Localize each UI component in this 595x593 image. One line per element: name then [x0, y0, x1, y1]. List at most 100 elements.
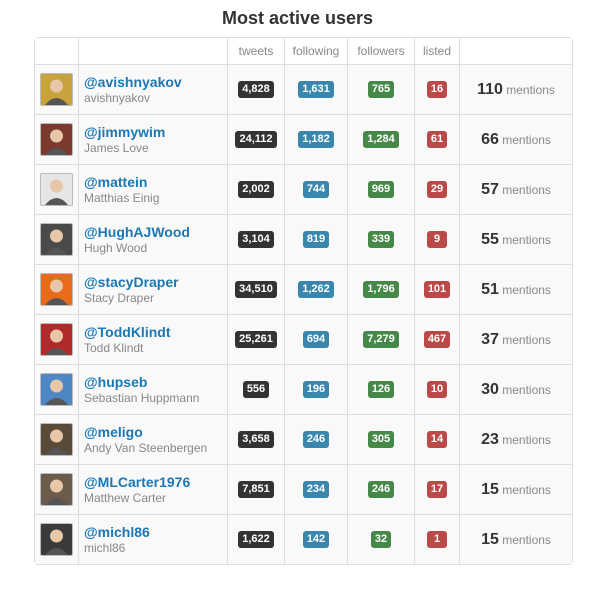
tweets-cell: 7,851 — [227, 464, 284, 514]
user-real-name: Hugh Wood — [84, 241, 148, 255]
tweets-badge: 3,104 — [238, 231, 274, 248]
user-handle-link[interactable]: @avishnyakov — [84, 73, 227, 91]
header-following: following — [284, 38, 347, 64]
followers-badge: 765 — [367, 81, 395, 98]
mentions-cell: 110 mentions — [459, 64, 572, 114]
mentions-label: mentions — [502, 332, 551, 347]
tweets-cell: 2,002 — [227, 164, 284, 214]
mentions-count: 57 — [481, 180, 499, 198]
tweets-cell: 25,261 — [227, 314, 284, 364]
avatar[interactable] — [40, 423, 73, 456]
user-real-name: michl86 — [84, 541, 126, 555]
avatar-cell — [35, 64, 78, 114]
user-handle-link[interactable]: @michl86 — [84, 523, 227, 541]
following-badge: 246 — [302, 431, 330, 448]
avatar[interactable] — [40, 223, 73, 256]
listed-badge: 29 — [426, 181, 448, 198]
user-name-cell: @jimmywim James Love — [78, 114, 227, 164]
listed-badge: 61 — [426, 131, 448, 148]
following-cell: 1,262 — [284, 264, 347, 314]
user-name-cell: @mattein Matthias Einig — [78, 164, 227, 214]
avatar[interactable] — [40, 373, 73, 406]
listed-badge: 101 — [423, 281, 451, 298]
listed-cell: 10 — [414, 364, 459, 414]
avatar-cell — [35, 414, 78, 464]
followers-badge: 1,796 — [363, 281, 399, 298]
avatar-cell — [35, 264, 78, 314]
tweets-cell: 3,658 — [227, 414, 284, 464]
user-real-name: Sebastian Huppmann — [84, 391, 200, 405]
listed-badge: 9 — [427, 231, 447, 248]
mentions-count: 30 — [481, 380, 499, 398]
user-handle-link[interactable]: @stacyDraper — [84, 273, 227, 291]
tweets-badge: 2,002 — [238, 181, 274, 198]
mentions-label: mentions — [502, 382, 551, 397]
user-handle-link[interactable]: @HughAJWood — [84, 223, 227, 241]
avatar[interactable] — [40, 523, 73, 556]
mentions-count: 15 — [481, 530, 499, 548]
user-handle-link[interactable]: @ToddKlindt — [84, 323, 227, 341]
user-real-name: avishnyakov — [84, 91, 151, 105]
user-name-cell: @MLCarter1976 Matthew Carter — [78, 464, 227, 514]
avatar[interactable] — [40, 273, 73, 306]
mentions-label: mentions — [502, 132, 551, 147]
header-tweets: tweets — [227, 38, 284, 64]
following-badge: 744 — [302, 181, 330, 198]
mentions-cell: 30 mentions — [459, 364, 572, 414]
listed-badge: 467 — [423, 331, 451, 348]
tweets-cell: 34,510 — [227, 264, 284, 314]
table-row: @avishnyakov avishnyakov 4,828 1,631 765… — [35, 64, 572, 114]
followers-cell: 7,279 — [347, 314, 414, 364]
user-handle-link[interactable]: @jimmywim — [84, 123, 227, 141]
header-followers: followers — [347, 38, 414, 64]
user-handle-link[interactable]: @meligo — [84, 423, 227, 441]
table-row: @jimmywim James Love 24,112 1,182 1,284 … — [35, 114, 572, 164]
following-cell: 142 — [284, 514, 347, 564]
user-handle-link[interactable]: @mattein — [84, 173, 227, 191]
user-real-name: Matthias Einig — [84, 191, 160, 205]
tweets-badge: 25,261 — [235, 331, 277, 348]
tweets-badge: 24,112 — [235, 131, 277, 148]
avatar-cell — [35, 164, 78, 214]
followers-cell: 126 — [347, 364, 414, 414]
tweets-cell: 24,112 — [227, 114, 284, 164]
mentions-count: 55 — [481, 230, 499, 248]
avatar[interactable] — [40, 323, 73, 356]
avatar-cell — [35, 214, 78, 264]
mentions-count: 51 — [481, 280, 499, 298]
tweets-cell: 556 — [227, 364, 284, 414]
users-table: tweets following followers listed @avish… — [34, 37, 573, 565]
listed-cell: 29 — [414, 164, 459, 214]
header-mentions — [459, 38, 572, 64]
user-handle-link[interactable]: @MLCarter1976 — [84, 473, 227, 491]
mentions-label: mentions — [502, 482, 551, 497]
mentions-label: mentions — [502, 182, 551, 197]
avatar[interactable] — [40, 123, 73, 156]
avatar[interactable] — [40, 173, 73, 206]
user-handle-link[interactable]: @hupseb — [84, 373, 227, 391]
following-cell: 246 — [284, 414, 347, 464]
mentions-cell: 51 mentions — [459, 264, 572, 314]
mentions-cell: 15 mentions — [459, 464, 572, 514]
following-badge: 234 — [302, 481, 330, 498]
tweets-cell: 1,622 — [227, 514, 284, 564]
followers-cell: 339 — [347, 214, 414, 264]
avatar-cell — [35, 114, 78, 164]
avatar-cell — [35, 514, 78, 564]
following-badge: 1,262 — [298, 281, 334, 298]
following-badge: 1,631 — [298, 81, 334, 98]
avatar[interactable] — [40, 73, 73, 106]
tweets-badge: 1,622 — [238, 531, 274, 548]
user-name-cell: @HughAJWood Hugh Wood — [78, 214, 227, 264]
avatar[interactable] — [40, 473, 73, 506]
table-row: @meligo Andy Van Steenbergen 3,658 246 3… — [35, 414, 572, 464]
table-row: @michl86 michl86 1,622 142 32 1 15 menti… — [35, 514, 572, 564]
mentions-cell: 55 mentions — [459, 214, 572, 264]
user-real-name: Andy Van Steenbergen — [84, 441, 208, 455]
following-cell: 819 — [284, 214, 347, 264]
listed-cell: 14 — [414, 414, 459, 464]
mentions-label: mentions — [502, 532, 551, 547]
mentions-count: 110 — [477, 80, 503, 98]
mentions-cell: 15 mentions — [459, 514, 572, 564]
tweets-cell: 3,104 — [227, 214, 284, 264]
